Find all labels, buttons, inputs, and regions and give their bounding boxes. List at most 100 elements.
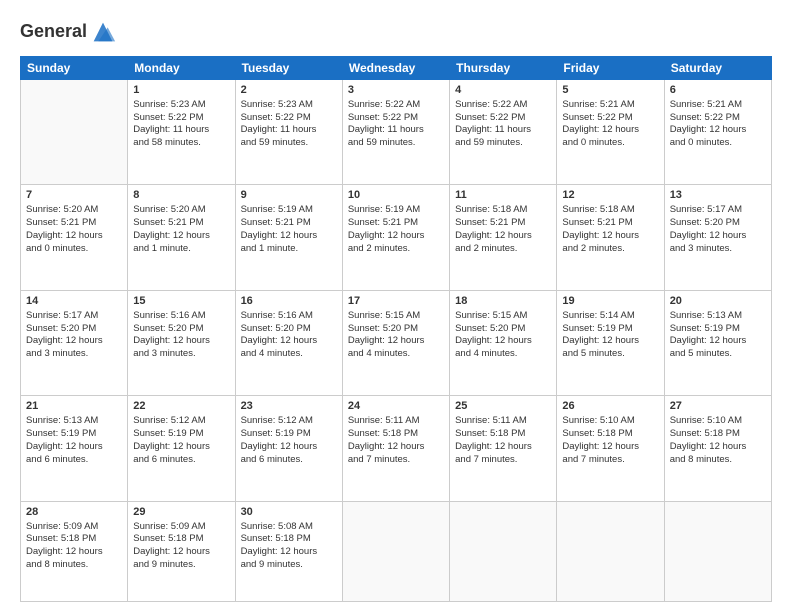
calendar-cell: 11Sunrise: 5:18 AMSunset: 5:21 PMDayligh…	[450, 185, 557, 290]
day-info-line: and 5 minutes.	[562, 348, 658, 361]
day-info-line: Sunset: 5:21 PM	[133, 217, 229, 230]
day-info-line: Sunset: 5:20 PM	[455, 323, 551, 336]
calendar-week-row: 21Sunrise: 5:13 AMSunset: 5:19 PMDayligh…	[21, 396, 772, 501]
day-number: 13	[670, 188, 766, 203]
calendar-week-row: 14Sunrise: 5:17 AMSunset: 5:20 PMDayligh…	[21, 290, 772, 395]
weekday-header: Wednesday	[342, 57, 449, 80]
day-number: 21	[26, 399, 122, 414]
day-number: 2	[241, 83, 337, 98]
logo: General	[20, 18, 117, 46]
day-info-line: Sunrise: 5:20 AM	[26, 204, 122, 217]
day-info-line: Sunrise: 5:14 AM	[562, 310, 658, 323]
day-info-line: and 7 minutes.	[562, 454, 658, 467]
day-info-line: Sunset: 5:19 PM	[26, 428, 122, 441]
day-number: 30	[241, 505, 337, 520]
day-number: 9	[241, 188, 337, 203]
day-info-line: Sunrise: 5:23 AM	[133, 99, 229, 112]
day-number: 23	[241, 399, 337, 414]
day-info-line: Daylight: 12 hours	[241, 335, 337, 348]
calendar-cell: 7Sunrise: 5:20 AMSunset: 5:21 PMDaylight…	[21, 185, 128, 290]
day-number: 25	[455, 399, 551, 414]
calendar-cell	[21, 80, 128, 185]
day-info-line: Daylight: 11 hours	[455, 124, 551, 137]
calendar-cell: 4Sunrise: 5:22 AMSunset: 5:22 PMDaylight…	[450, 80, 557, 185]
day-info-line: Sunset: 5:21 PM	[26, 217, 122, 230]
calendar-cell	[342, 501, 449, 601]
day-info-line: and 59 minutes.	[241, 137, 337, 150]
day-info-line: Daylight: 12 hours	[455, 335, 551, 348]
day-info-line: Daylight: 12 hours	[133, 441, 229, 454]
day-number: 26	[562, 399, 658, 414]
calendar-cell: 6Sunrise: 5:21 AMSunset: 5:22 PMDaylight…	[664, 80, 771, 185]
calendar-cell: 20Sunrise: 5:13 AMSunset: 5:19 PMDayligh…	[664, 290, 771, 395]
day-info-line: and 6 minutes.	[241, 454, 337, 467]
day-info-line: Sunset: 5:22 PM	[241, 112, 337, 125]
day-info-line: and 4 minutes.	[348, 348, 444, 361]
day-info-line: Daylight: 11 hours	[133, 124, 229, 137]
day-info-line: Daylight: 12 hours	[26, 441, 122, 454]
calendar-cell: 28Sunrise: 5:09 AMSunset: 5:18 PMDayligh…	[21, 501, 128, 601]
day-info-line: and 2 minutes.	[455, 243, 551, 256]
day-info-line: Sunset: 5:18 PM	[348, 428, 444, 441]
day-number: 29	[133, 505, 229, 520]
day-number: 17	[348, 294, 444, 309]
calendar-cell: 14Sunrise: 5:17 AMSunset: 5:20 PMDayligh…	[21, 290, 128, 395]
day-number: 11	[455, 188, 551, 203]
day-number: 5	[562, 83, 658, 98]
day-info-line: and 4 minutes.	[455, 348, 551, 361]
day-info-line: Daylight: 12 hours	[670, 441, 766, 454]
calendar-cell: 22Sunrise: 5:12 AMSunset: 5:19 PMDayligh…	[128, 396, 235, 501]
calendar-cell: 10Sunrise: 5:19 AMSunset: 5:21 PMDayligh…	[342, 185, 449, 290]
day-number: 16	[241, 294, 337, 309]
day-info-line: Daylight: 12 hours	[26, 546, 122, 559]
day-info-line: Daylight: 12 hours	[455, 441, 551, 454]
calendar-week-row: 28Sunrise: 5:09 AMSunset: 5:18 PMDayligh…	[21, 501, 772, 601]
day-info-line: Daylight: 12 hours	[26, 230, 122, 243]
day-info-line: Daylight: 12 hours	[562, 335, 658, 348]
day-info-line: Sunset: 5:19 PM	[133, 428, 229, 441]
day-info-line: Sunrise: 5:18 AM	[455, 204, 551, 217]
day-info-line: Sunset: 5:20 PM	[133, 323, 229, 336]
day-number: 3	[348, 83, 444, 98]
day-info-line: Sunset: 5:20 PM	[670, 217, 766, 230]
day-info-line: and 2 minutes.	[348, 243, 444, 256]
day-number: 22	[133, 399, 229, 414]
day-info-line: Sunset: 5:19 PM	[670, 323, 766, 336]
day-info-line: and 6 minutes.	[133, 454, 229, 467]
calendar-cell: 12Sunrise: 5:18 AMSunset: 5:21 PMDayligh…	[557, 185, 664, 290]
day-number: 4	[455, 83, 551, 98]
day-info-line: Sunrise: 5:11 AM	[455, 415, 551, 428]
day-info-line: Daylight: 12 hours	[241, 230, 337, 243]
day-info-line: and 9 minutes.	[241, 559, 337, 572]
day-info-line: Sunrise: 5:22 AM	[348, 99, 444, 112]
day-info-line: and 6 minutes.	[26, 454, 122, 467]
day-info-line: Daylight: 12 hours	[348, 441, 444, 454]
day-info-line: and 7 minutes.	[455, 454, 551, 467]
calendar-cell	[664, 501, 771, 601]
day-info-line: Sunrise: 5:21 AM	[562, 99, 658, 112]
calendar-week-row: 7Sunrise: 5:20 AMSunset: 5:21 PMDaylight…	[21, 185, 772, 290]
logo-text: General	[20, 22, 87, 42]
day-info-line: and 59 minutes.	[348, 137, 444, 150]
day-info-line: Daylight: 12 hours	[562, 124, 658, 137]
calendar-week-row: 1Sunrise: 5:23 AM Sunset: 5:22 PM Daylight…	[21, 80, 772, 185]
weekday-header: Monday	[128, 57, 235, 80]
day-info-line: Sunrise: 5:13 AM	[26, 415, 122, 428]
weekday-header: Sunday	[21, 57, 128, 80]
day-number: 12	[562, 188, 658, 203]
header: General	[20, 18, 772, 46]
day-info-line: Sunset: 5:19 PM	[562, 323, 658, 336]
day-info-line: Daylight: 12 hours	[133, 546, 229, 559]
calendar-cell	[450, 501, 557, 601]
day-info-line: Sunrise: 5:16 AM	[241, 310, 337, 323]
day-number: 10	[348, 188, 444, 203]
weekday-header: Thursday	[450, 57, 557, 80]
day-info-line: and 59 minutes.	[455, 137, 551, 150]
day-info-line: Sunset: 5:18 PM	[455, 428, 551, 441]
day-info-line: Daylight: 12 hours	[133, 230, 229, 243]
day-info-line: Sunrise: 5:20 AM	[133, 204, 229, 217]
day-info-line: Sunrise: 5:10 AM	[562, 415, 658, 428]
day-number: 1	[133, 83, 229, 98]
day-info-line: Daylight: 12 hours	[241, 441, 337, 454]
calendar-cell: 30Sunrise: 5:08 AMSunset: 5:18 PMDayligh…	[235, 501, 342, 601]
